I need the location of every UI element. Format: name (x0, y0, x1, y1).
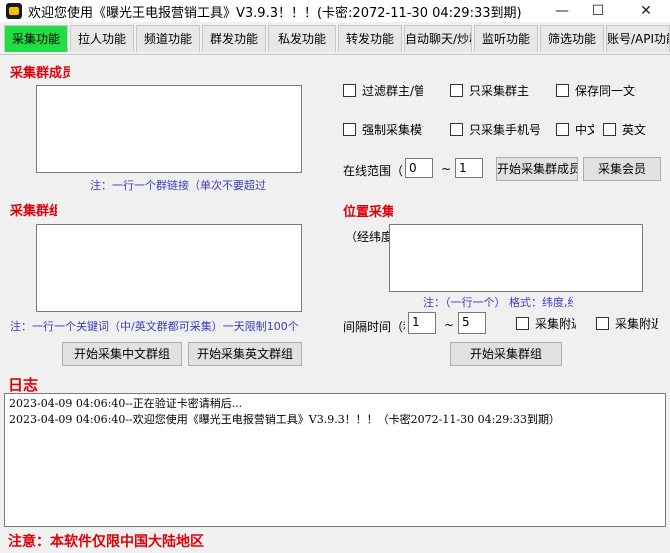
tab-pull-users[interactable]: 拉人功能 (70, 25, 134, 52)
log-box[interactable]: 2023-04-09 04:06:40--正在验证卡密请稍后... 2023-0… (4, 393, 666, 527)
tab-private-send[interactable]: 私发功能 (268, 25, 336, 52)
keywords-textarea[interactable] (36, 224, 302, 312)
tab-collect[interactable]: 采集功能 (4, 25, 68, 52)
app-icon (6, 3, 22, 19)
save-same-checkbox[interactable]: 保存同一文件 (556, 83, 636, 99)
nearby-people-checkbox[interactable]: 采集附近人 (596, 316, 658, 332)
interval-to-input[interactable]: 5 (458, 312, 486, 334)
checkbox-icon (343, 84, 356, 97)
tab-channel[interactable]: 频道功能 (136, 25, 200, 52)
interval-tilde: ~ (444, 318, 455, 332)
latlng-label: （经纬度） (345, 230, 389, 244)
group-links-textarea[interactable] (36, 85, 302, 173)
checkbox-icon (343, 123, 356, 136)
tab-filter[interactable]: 筛选功能 (540, 25, 604, 52)
start-collect-members-button[interactable]: 开始采集群成员 (496, 157, 578, 181)
collect-members-button[interactable]: 采集会员 (583, 157, 661, 181)
online-from-input[interactable]: 0 (405, 158, 433, 178)
window-title: 欢迎您使用《曝光王电报营销工具》V3.9.3！！！(卡密:2072-11-30 … (28, 6, 522, 21)
checkbox-icon (556, 84, 569, 97)
checkbox-icon (596, 317, 609, 330)
chinese-checkbox[interactable]: 中文 (556, 122, 594, 138)
checkbox-icon (603, 123, 616, 136)
log-line: 2023-04-09 04:06:40--欢迎您使用《曝光王电报营销工具》V3.… (9, 413, 561, 426)
collect-groups-title: 采集群组 (10, 204, 57, 219)
nearby-groups-checkbox[interactable]: 采集附近群 (516, 316, 576, 332)
online-range-label: 在线范围（ (343, 164, 404, 178)
interval-label: 间隔时间（秒） (343, 320, 405, 334)
filter-admin-checkbox[interactable]: 过滤群主/管理 (343, 83, 423, 99)
force-collect-checkbox[interactable]: 强制采集模式 (343, 122, 423, 138)
minimize-icon[interactable]: — (544, 0, 580, 22)
latlng-textarea[interactable] (389, 224, 643, 292)
tab-divider (0, 54, 670, 55)
start-collect-cn-button[interactable]: 开始采集中文群组 (62, 342, 182, 366)
maximize-icon[interactable]: ☐ (580, 0, 616, 22)
start-collect-en-button[interactable]: 开始采集英文群组 (188, 342, 302, 366)
group-links-note: 注：一行一个群链接（单次不要超过 (90, 179, 266, 192)
interval-from-input[interactable]: 1 (408, 312, 436, 334)
checkbox-icon (516, 317, 529, 330)
english-checkbox[interactable]: 英文 (603, 122, 647, 138)
close-icon[interactable]: ✕ (628, 0, 664, 22)
tab-group-send[interactable]: 群发功能 (202, 25, 266, 52)
log-title: 日志 (8, 376, 39, 394)
only-phone-checkbox[interactable]: 只采集手机号 (450, 122, 540, 138)
tab-forward[interactable]: 转发功能 (338, 25, 402, 52)
tab-listen[interactable]: 监听功能 (474, 25, 538, 52)
checkbox-icon (450, 123, 463, 136)
keywords-note: 注：一行一个关键词（中/英文群都可采集）一天限制100个 (10, 320, 299, 333)
only-owner-checkbox[interactable]: 只采集群主 (450, 83, 540, 99)
location-collect-title: 位置采集 (343, 205, 393, 220)
title-bar: 欢迎您使用《曝光王电报营销工具》V3.9.3！！！(卡密:2072-11-30 … (0, 0, 670, 22)
log-line: 2023-04-09 04:06:40--正在验证卡密请稍后... (9, 397, 243, 410)
tab-bar: 采集功能 拉人功能 频道功能 群发功能 私发功能 转发功能 自动聊天/炒群 监听… (0, 25, 670, 55)
tab-auto-chat[interactable]: 自动聊天/炒群 (404, 25, 472, 52)
latlng-note: 注：（一行一个） 格式：纬度,经度 (423, 296, 573, 309)
start-location-collect-button[interactable]: 开始采集群组 (450, 342, 562, 366)
footer-note: 注意：本软件仅限中国大陆地区 (8, 534, 204, 550)
online-to-input[interactable]: 1 (455, 158, 483, 178)
collect-members-title: 采集群成员 (10, 66, 70, 81)
checkbox-icon (450, 84, 463, 97)
online-range-tilde: ~ (441, 162, 452, 176)
checkbox-icon (556, 123, 569, 136)
tab-account-api[interactable]: 账号/API功能 (606, 25, 670, 52)
